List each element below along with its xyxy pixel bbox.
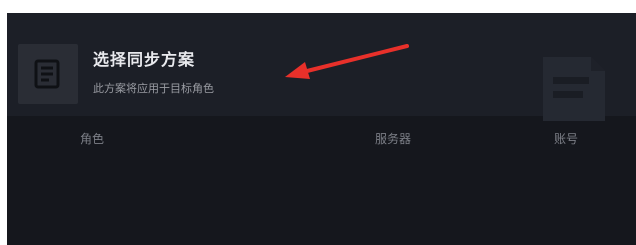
column-header-role: 角色: [80, 132, 105, 146]
annotation-arrow: [285, 44, 409, 79]
table-body: [7, 156, 636, 245]
sync-plan-panel: 选择同步方案 此方案将应用于目标角色 角色 服务器 账号: [7, 13, 636, 245]
panel-header: 选择同步方案 此方案将应用于目标角色: [7, 13, 636, 121]
page-title: 选择同步方案: [93, 50, 196, 69]
document-icon: [18, 44, 78, 104]
column-header-account: 账号: [554, 132, 579, 146]
table-header: 角色 服务器 账号: [7, 116, 636, 156]
column-header-server: 服务器: [375, 132, 412, 146]
page-subtitle: 此方案将应用于目标角色: [93, 82, 214, 95]
